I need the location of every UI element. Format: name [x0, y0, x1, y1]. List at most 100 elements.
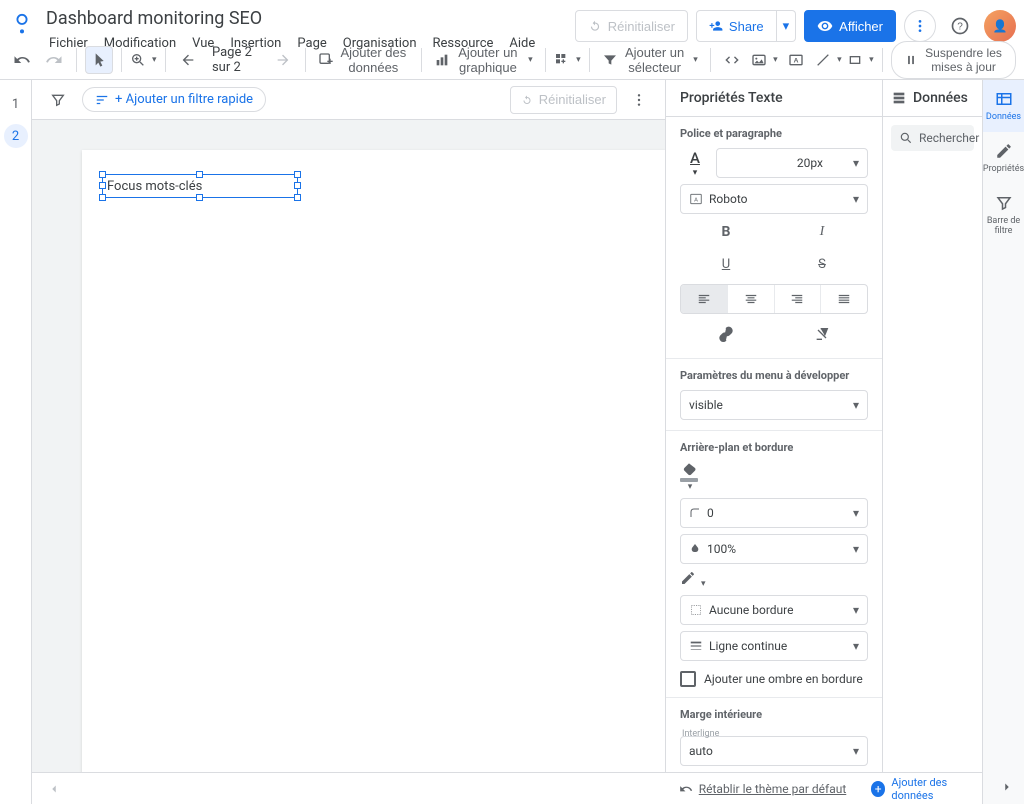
font-color-button[interactable]: A ▾	[680, 149, 710, 178]
text-button[interactable]: A	[782, 46, 810, 74]
page-2[interactable]: 2	[4, 124, 28, 148]
border-style-dropdown[interactable]: Aucune bordure▾	[680, 595, 868, 625]
rail-tab-props[interactable]: Propriétés	[983, 132, 1024, 184]
pause-updates-button[interactable]: Suspendre les mises à jour	[891, 41, 1016, 79]
grid-plus-icon	[554, 52, 570, 68]
align-justify-button[interactable]	[821, 285, 867, 313]
selected-text-box[interactable]: Focus mots-clés	[102, 174, 298, 198]
table-icon	[995, 90, 1013, 108]
undo-icon	[679, 782, 693, 796]
align-center-button[interactable]	[728, 285, 775, 313]
expand-dropdown[interactable]: visible▾	[680, 390, 868, 420]
link-icon	[718, 326, 734, 342]
more-button[interactable]	[904, 10, 936, 42]
reset-button: Réinitialiser	[575, 10, 688, 42]
community-button[interactable]	[553, 46, 581, 74]
resize-handle-n[interactable]	[196, 171, 203, 178]
bold-button[interactable]: B	[680, 218, 772, 246]
image-icon	[751, 52, 767, 68]
quick-filter-chip[interactable]: + Ajouter un filtre rapide	[82, 87, 266, 112]
underline-button[interactable]: U	[680, 250, 772, 278]
help-button[interactable]: ?	[944, 10, 976, 42]
expand-section-title: Paramètres du menu à développer	[680, 369, 868, 382]
zoom-button[interactable]	[129, 46, 157, 74]
opacity-icon	[689, 543, 701, 555]
add-selector-button[interactable]: Ajouter un sélecteur	[598, 46, 702, 74]
italic-button[interactable]: I	[776, 218, 868, 246]
redo-button[interactable]	[40, 46, 68, 74]
prev-page-button[interactable]	[174, 46, 202, 74]
svg-text:A: A	[794, 57, 799, 64]
undo-button[interactable]	[8, 46, 36, 74]
canvas-more-button[interactable]	[625, 86, 653, 114]
strikethrough-button[interactable]: S	[776, 250, 868, 278]
page-1[interactable]: 1	[4, 92, 28, 116]
pen-icon	[680, 570, 696, 586]
shadow-label: Ajouter une ombre en bordure	[704, 672, 863, 686]
image-button[interactable]	[750, 46, 778, 74]
data-search-input[interactable]: Rechercher	[891, 125, 974, 151]
align-left-button[interactable]	[681, 285, 728, 313]
help-icon: ?	[950, 16, 970, 36]
rail-tab-data[interactable]: Données	[983, 80, 1024, 132]
font-size-dropdown[interactable]: 20px▾	[716, 148, 868, 178]
funnel-icon	[995, 194, 1013, 212]
font-icon: A	[689, 192, 703, 206]
view-button[interactable]: Afficher	[804, 10, 896, 42]
padding-section-title: Marge intérieure	[680, 708, 868, 721]
tune-icon	[95, 93, 109, 107]
right-rail: Données Propriétés Barre de filtre	[982, 80, 1024, 804]
app-logo[interactable]	[8, 10, 36, 38]
line-button[interactable]	[814, 46, 842, 74]
resize-handle-s[interactable]	[196, 194, 203, 201]
data-icon	[891, 90, 907, 106]
share-dropdown[interactable]: ▾	[777, 10, 797, 42]
shape-button[interactable]	[846, 46, 874, 74]
canvas-area[interactable]: + Ajouter un filtre rapide Réinitialiser…	[32, 80, 665, 804]
bg-section-title: Arrière-plan et bordure	[680, 441, 868, 454]
properties-title: Propriétés Texte	[666, 80, 882, 117]
user-avatar[interactable]: 👤	[984, 10, 1016, 42]
filter-icon-button[interactable]	[44, 86, 72, 114]
select-tool[interactable]	[85, 46, 113, 74]
add-chart-button[interactable]: Ajouter un graphique	[430, 46, 537, 74]
align-left-icon	[697, 292, 711, 306]
resize-handle-sw[interactable]	[99, 194, 106, 201]
share-button[interactable]: Share	[696, 10, 777, 42]
pages-rail: 1 2	[0, 80, 32, 804]
resize-handle-ne[interactable]	[294, 171, 301, 178]
fill-color-button[interactable]	[680, 462, 698, 492]
footer-next[interactable]	[1000, 780, 1014, 798]
add-data-button[interactable]: Ajouter des données	[314, 46, 413, 74]
align-right-button[interactable]	[775, 285, 822, 313]
font-section-title: Police et paragraphe	[680, 127, 868, 140]
data-footer-add[interactable]: + Ajouter des données	[871, 772, 982, 804]
align-center-icon	[744, 292, 758, 306]
clear-format-button[interactable]	[776, 320, 868, 348]
opacity-dropdown[interactable]: 100%▾	[680, 534, 868, 564]
resize-handle-se[interactable]	[294, 194, 301, 201]
border-icon	[689, 603, 703, 617]
zoom-icon	[130, 52, 146, 68]
shadow-checkbox[interactable]	[680, 671, 696, 687]
footer-prev	[40, 775, 68, 803]
rail-tab-filter[interactable]: Barre de filtre	[983, 184, 1024, 246]
doc-title[interactable]: Dashboard monitoring SEO	[42, 6, 575, 31]
interline-dropdown[interactable]: auto▾	[680, 736, 868, 766]
font-family-dropdown[interactable]: ARoboto ▾	[680, 184, 868, 214]
page-canvas[interactable]: Focus mots-clés	[82, 150, 665, 790]
border-line-dropdown[interactable]: Ligne continue▾	[680, 631, 868, 661]
link-button[interactable]	[680, 320, 772, 348]
border-radius-dropdown[interactable]: 0▾	[680, 498, 868, 528]
cursor-icon	[91, 52, 107, 68]
embed-button[interactable]	[718, 46, 746, 74]
resize-handle-w[interactable]	[99, 182, 106, 189]
border-color-button[interactable]	[680, 570, 706, 589]
resize-handle-nw[interactable]	[99, 171, 106, 178]
data-panel: Données Rechercher	[882, 80, 982, 804]
canvas-footer	[32, 772, 654, 804]
svg-text:A: A	[694, 197, 698, 203]
resize-handle-e[interactable]	[294, 182, 301, 189]
props-footer[interactable]: Rétablir le thème par défaut	[654, 772, 871, 804]
chart-icon	[434, 52, 450, 68]
